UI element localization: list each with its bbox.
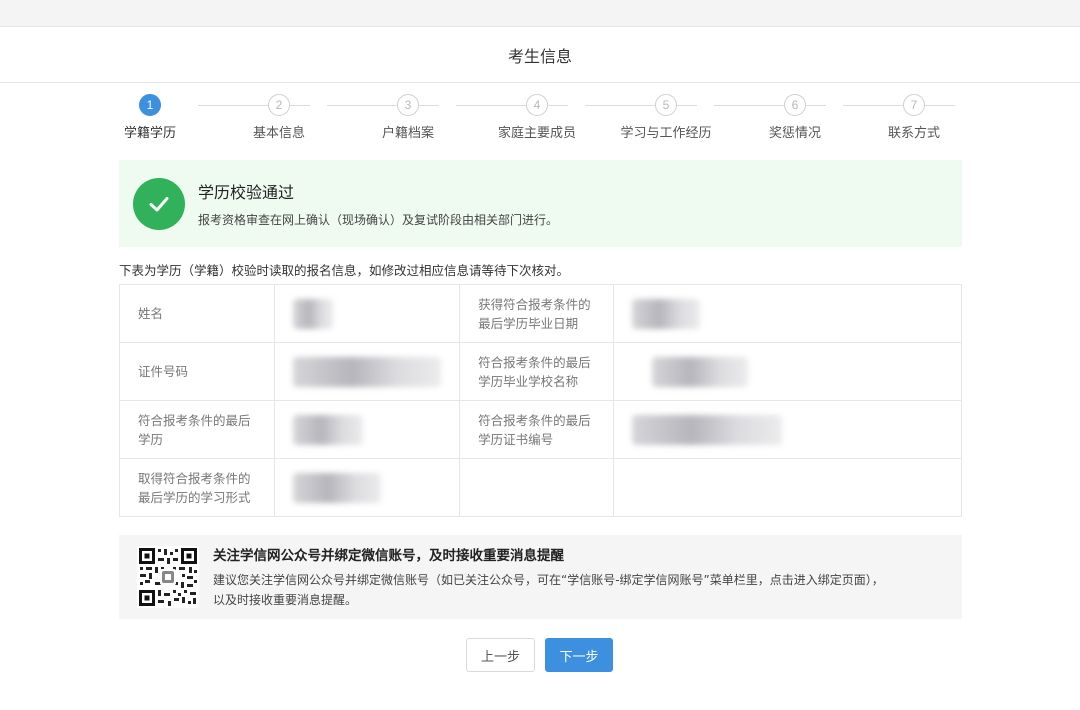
step-label: 学习与工作经历: [620, 126, 712, 141]
redacted-value: [293, 298, 334, 329]
field-value-redacted: [274, 284, 461, 343]
step-number: 6: [784, 94, 806, 116]
redacted-value: [632, 414, 783, 445]
step-1: 1 学籍学历: [85, 94, 215, 141]
step-label: 户籍档案: [381, 126, 434, 141]
success-title: 学历校验通过: [198, 183, 295, 202]
wechat-description: 建议您关注学信网公众号并绑定微信账号（如已关注公众号，可在“学信账号-绑定学信网…: [213, 570, 884, 610]
step-4: 4 家庭主要成员: [472, 94, 602, 141]
redacted-value: [652, 356, 749, 387]
redacted-value: [293, 472, 382, 503]
wechat-title: 关注学信网公众号并绑定微信账号，及时接收重要消息提醒: [213, 548, 564, 564]
field-label-study-mode: 取得符合报考条件的最后学历的学习形式: [118, 458, 276, 517]
step-6: 6 奖惩情况: [730, 94, 860, 141]
field-value-redacted: [274, 458, 461, 517]
field-label-school-name: 符合报考条件的最后学历毕业学校名称: [459, 342, 615, 401]
verification-success-banner: 学历校验通过 报考资格审查在网上确认（现场确认）及复试阶段由相关部门进行。: [119, 160, 962, 247]
step-number: 5: [655, 94, 677, 116]
step-label: 联系方式: [887, 126, 940, 141]
step-progress: 1 学籍学历 2 基本信息 3 户籍档案 4 家庭主要成员 5 学习与工作经历 …: [117, 94, 962, 144]
success-description: 报考资格审查在网上确认（现场确认）及复试阶段由相关部门进行。: [198, 213, 559, 227]
empty-cell: [613, 458, 962, 517]
qr-code-icon[interactable]: [137, 546, 199, 608]
field-label-education: 符合报考条件的最后学历: [118, 400, 276, 459]
previous-step-button[interactable]: 上一步: [466, 638, 535, 672]
step-number: 1: [139, 94, 161, 116]
table-note: 下表为学历（学籍）校验时读取的报名信息，如修改过相应信息请等待下次核对。: [119, 263, 570, 278]
field-value-redacted: [613, 400, 962, 459]
empty-cell: [459, 458, 615, 517]
redacted-value: [632, 298, 701, 329]
step-number: 4: [526, 94, 548, 116]
field-label-name: 姓名: [118, 284, 276, 343]
field-value-redacted: [613, 284, 962, 343]
step-label: 奖惩情况: [768, 126, 821, 141]
check-circle-icon: [133, 177, 185, 230]
step-label: 学籍学历: [123, 126, 176, 141]
registration-info-table: 姓名 获得符合报考条件的最后学历毕业日期 证件号码 符合报考条件的最后学历毕业学…: [118, 284, 962, 517]
step-number: 7: [903, 94, 925, 116]
wechat-notice: 关注学信网公众号并绑定微信账号，及时接收重要消息提醒 建议您关注学信网公众号并绑…: [119, 535, 962, 619]
table-row: 证件号码 符合报考条件的最后学历毕业学校名称: [118, 342, 962, 401]
next-step-button[interactable]: 下一步: [545, 638, 613, 672]
page-title: 考生信息: [507, 46, 572, 66]
step-label: 基本信息: [252, 126, 305, 141]
page-header: 考生信息: [0, 27, 1080, 83]
field-value-redacted: [613, 342, 962, 401]
checkmark-icon: [149, 196, 169, 211]
wechat-description-line: 建议您关注学信网公众号并绑定微信账号（如已关注公众号，可在“学信账号-绑定学信网…: [213, 573, 884, 587]
field-value-redacted: [274, 400, 461, 459]
step-5: 5 学习与工作经历: [601, 94, 731, 141]
redacted-value: [293, 414, 364, 445]
field-value-redacted: [274, 342, 461, 401]
step-2: 2 基本信息: [214, 94, 344, 141]
step-number: 2: [268, 94, 290, 116]
step-7: 7 联系方式: [849, 94, 979, 141]
table-row: 取得符合报考条件的最后学历的学习形式: [118, 458, 962, 517]
step-number: 3: [397, 94, 419, 116]
redacted-value: [293, 356, 442, 387]
field-label-id-number: 证件号码: [118, 342, 276, 401]
wechat-description-line: 以及时接收重要消息提醒。: [213, 593, 358, 607]
step-label: 家庭主要成员: [497, 126, 576, 141]
table-row: 姓名 获得符合报考条件的最后学历毕业日期: [118, 284, 962, 343]
table-row: 符合报考条件的最后学历 符合报考条件的最后学历证书编号: [118, 400, 962, 459]
field-label-graduation-date: 获得符合报考条件的最后学历毕业日期: [459, 284, 615, 343]
field-label-certificate-number: 符合报考条件的最后学历证书编号: [459, 400, 615, 459]
step-3: 3 户籍档案: [343, 94, 473, 141]
